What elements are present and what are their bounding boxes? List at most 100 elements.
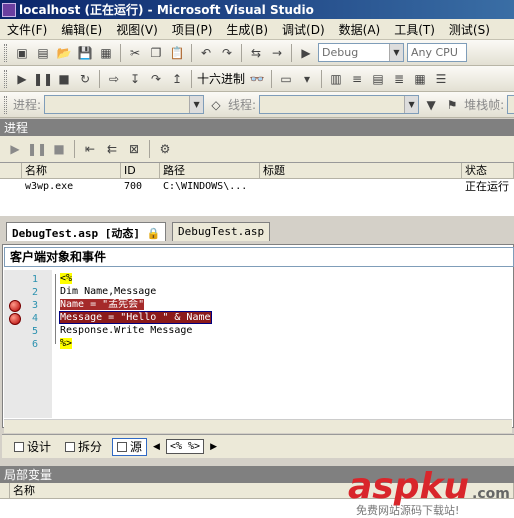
menu-project[interactable]: 项目(P) (165, 21, 220, 38)
pause-icon[interactable]: ❚❚ (27, 140, 47, 158)
design-icon (14, 441, 24, 452)
toolbar-grip[interactable] (4, 69, 7, 88)
scope-dropdown[interactable]: 客户端对象和事件 (4, 247, 514, 267)
step-over-icon[interactable]: ↷ (147, 70, 165, 88)
source-view-button[interactable]: 源 (112, 437, 148, 456)
navigate-forward-icon[interactable]: → (268, 44, 286, 62)
column-header-name[interactable]: 名称 (22, 163, 121, 179)
paste-icon[interactable]: 📋 (168, 44, 186, 62)
toolbar-separator (321, 69, 323, 88)
filter-icon[interactable]: ▼ (422, 96, 440, 114)
break-all-icon[interactable]: ❚❚ (33, 70, 53, 88)
chevron-left-icon[interactable]: ◀ (153, 442, 160, 452)
add-item-icon[interactable]: ▤ (34, 44, 52, 62)
debug-location-toolbar: 进程: ▼ ◇ 线程: ▼ ▼ ⚑ 堆栈帧: (0, 92, 514, 118)
solution-config-dropdown[interactable]: Debug ▼ (318, 43, 404, 62)
toolbar-grip[interactable] (4, 95, 7, 114)
code-line[interactable]: Dim Name,Message (60, 286, 156, 298)
play-icon[interactable]: ▶ (6, 140, 24, 158)
tab-debugtest[interactable]: DebugTest.asp (172, 222, 271, 241)
tab-label: DebugTest.asp (178, 225, 265, 238)
hex-display-button[interactable]: 十六进制 (197, 70, 245, 87)
process-dropdown[interactable]: ▼ (44, 95, 205, 114)
column-header-status[interactable]: 状态 (462, 163, 514, 179)
navigate-icon[interactable]: ⇆ (247, 44, 265, 62)
new-project-icon[interactable]: ▣ (13, 44, 31, 62)
toolbar-separator (99, 69, 100, 88)
threads-icon[interactable]: ≣ (390, 70, 408, 88)
disassembly-icon[interactable]: ▤ (369, 70, 387, 88)
stop-icon[interactable]: ■ (50, 140, 68, 158)
stack-frame-dropdown[interactable] (507, 95, 514, 114)
split-icon (65, 441, 76, 452)
solution-platform-dropdown[interactable]: Any CPU (407, 43, 467, 62)
modules-icon[interactable]: ▦ (411, 70, 429, 88)
column-header[interactable] (0, 163, 22, 179)
save-all-icon[interactable]: ▦ (97, 44, 115, 62)
menu-tools[interactable]: 工具(T) (387, 21, 442, 38)
registers-icon[interactable]: ≡ (348, 70, 366, 88)
column-header-path[interactable]: 路径 (160, 163, 260, 179)
editor-gutter[interactable]: 1 2 3 4 5 6 (4, 270, 52, 418)
code-line[interactable]: %> (60, 338, 73, 350)
show-next-statement-icon[interactable]: ⇨ (105, 70, 123, 88)
memory-icon[interactable]: ▥ (327, 70, 345, 88)
horizontal-scrollbar[interactable] (4, 419, 512, 433)
process-nav-icon[interactable]: ◇ (207, 96, 225, 114)
design-label: 设计 (27, 440, 52, 454)
copy-icon[interactable]: ❐ (147, 44, 165, 62)
breakpoint-icon[interactable] (9, 300, 21, 312)
code-line[interactable]: Name = "孟宪会" (60, 299, 145, 311)
menu-test[interactable]: 测试(S) (442, 21, 497, 38)
column-header[interactable] (0, 483, 10, 499)
process-name: w3wp.exe (25, 181, 74, 192)
column-header-title[interactable]: 标题 (260, 163, 462, 179)
restart-icon[interactable]: ↻ (76, 70, 94, 88)
undo-icon[interactable]: ↶ (197, 44, 215, 62)
toolbar-separator (191, 69, 192, 88)
flag-icon[interactable]: ⚑ (443, 96, 461, 114)
code-text: Dim Name,Message (60, 286, 157, 297)
detach-all-icon[interactable]: ⇇ (103, 140, 121, 158)
column-header-id[interactable]: ID (121, 163, 160, 179)
window-title: localhost (正在运行) - Microsoft Visual Stud… (19, 3, 314, 17)
title-bar[interactable]: localhost (正在运行) - Microsoft Visual Stud… (0, 0, 514, 19)
menu-build[interactable]: 生成(B) (219, 21, 275, 38)
menu-file[interactable]: 文件(F) (0, 21, 54, 38)
tab-debugtest-dynamic[interactable]: DebugTest.asp [动态] 🔒 (6, 222, 167, 241)
code-line[interactable]: Message = "Hello " & Name (59, 311, 212, 324)
menu-data[interactable]: 数据(A) (332, 21, 388, 38)
breakpoint-icon[interactable] (9, 313, 21, 325)
thread-dropdown[interactable]: ▼ (259, 95, 420, 114)
redo-icon[interactable]: ↷ (218, 44, 236, 62)
code-line[interactable]: Response.Write Message (60, 325, 192, 337)
tab-label: DebugTest.asp [动态] (12, 227, 140, 240)
stop-debug-icon[interactable]: ■ (55, 70, 73, 88)
start-debug-icon[interactable]: ▶ (297, 44, 315, 62)
menu-edit[interactable]: 编辑(E) (54, 21, 109, 38)
tag-selector[interactable]: <% %> (165, 439, 205, 454)
call-stack-icon[interactable]: ☰ (432, 70, 450, 88)
continue-icon[interactable]: ▶ (13, 70, 31, 88)
save-icon[interactable]: 💾 (76, 44, 94, 62)
menu-view[interactable]: 视图(V) (109, 21, 165, 38)
cut-icon[interactable]: ✂ (126, 44, 144, 62)
detach-icon[interactable]: ⇤ (81, 140, 99, 158)
breakpoints-window-icon[interactable]: ▭ (277, 70, 295, 88)
open-file-icon[interactable]: 📂 (55, 44, 73, 62)
chevron-right-icon[interactable]: ▶ (210, 442, 217, 452)
chevron-down-icon[interactable]: ▾ (298, 70, 316, 88)
quick-watch-icon[interactable]: 👓 (248, 70, 266, 88)
toolbar-grip[interactable] (4, 43, 7, 62)
attach-icon[interactable]: ⚙ (156, 140, 174, 158)
step-into-icon[interactable]: ↧ (126, 70, 144, 88)
code-line[interactable]: <% (60, 273, 73, 285)
step-out-icon[interactable]: ↥ (168, 70, 186, 88)
split-view-button[interactable]: 拆分 (61, 438, 106, 456)
design-view-button[interactable]: 设计 (10, 438, 55, 456)
terminate-icon[interactable]: ⊠ (125, 140, 143, 158)
locals-panel-title: 局部变量 (4, 468, 53, 482)
menu-debug[interactable]: 调试(D) (275, 21, 332, 38)
toolbar-separator (74, 140, 75, 158)
toolbar-separator (271, 69, 273, 88)
